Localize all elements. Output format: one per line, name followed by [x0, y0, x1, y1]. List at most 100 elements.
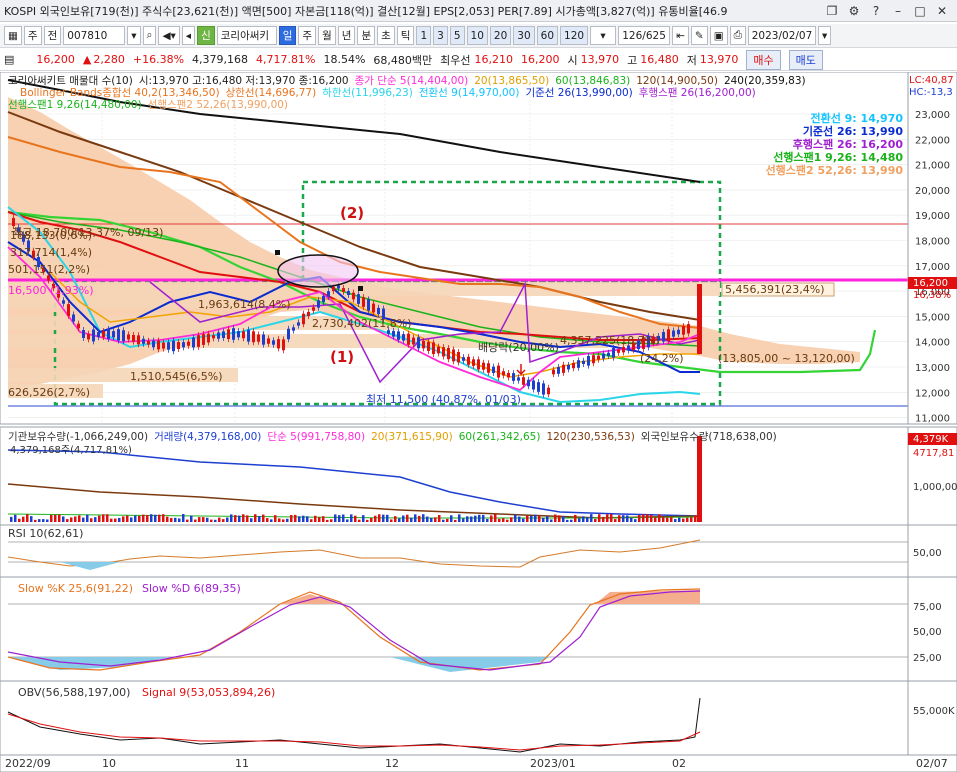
count-field[interactable]: 126/625 [618, 26, 670, 45]
volume-bar [278, 518, 281, 522]
volume-bar [230, 514, 233, 522]
volume-bar [214, 520, 217, 522]
settings-icon[interactable]: ⚙ [843, 4, 865, 18]
candle [357, 294, 360, 304]
chevron-down-icon[interactable]: ▾ [127, 26, 140, 45]
search-icon[interactable]: ⌕ [143, 26, 157, 45]
candle [187, 342, 190, 346]
volume-bar [66, 519, 69, 522]
interval-1[interactable]: 1 [416, 26, 431, 45]
volume-bar [330, 519, 333, 522]
candle [202, 334, 205, 345]
stochastic-panel: Slow %K 25,6(91,22) Slow %D 6(89,35) 75,… [0, 577, 957, 681]
interval-3[interactable]: 3 [433, 26, 448, 45]
price-pct-tag: 16,38% [913, 290, 951, 301]
save-icon[interactable]: ▣ [710, 26, 728, 45]
volume-bar [62, 516, 65, 522]
prev-icon[interactable]: ◂ [182, 26, 195, 45]
volume-bar [10, 517, 13, 522]
buy-button[interactable]: 매수 [746, 50, 780, 70]
period-second[interactable]: 초 [377, 26, 395, 45]
interval-10[interactable]: 10 [467, 26, 488, 45]
price-tag: 16,200 [913, 278, 948, 289]
menu-icon[interactable]: ▤ [4, 53, 14, 66]
sound-icon[interactable]: ◀▾ [158, 26, 179, 45]
volume-bar [686, 518, 689, 522]
interval-20[interactable]: 20 [490, 26, 511, 45]
stock-code-input[interactable]: 007810 [63, 26, 125, 45]
candle [482, 363, 485, 370]
volume-bar [50, 515, 53, 522]
lc-label: LC:40,87 [909, 75, 954, 86]
period-day[interactable]: 일 [279, 26, 297, 45]
obv-tick: 55,000K [913, 706, 955, 717]
period-tick[interactable]: 틱 [397, 26, 415, 45]
volume-bar [614, 519, 617, 522]
volume-bar [502, 518, 505, 522]
volume-bar [590, 514, 593, 522]
obv-signal-legend: Signal 9(53,053,894,26) [142, 686, 275, 699]
candle [337, 285, 340, 288]
minimize-icon[interactable]: – [887, 4, 909, 18]
candle [687, 324, 690, 333]
type-select[interactable]: 전 [44, 26, 62, 45]
maximize-icon[interactable]: □ [909, 4, 931, 18]
volume-bar [246, 515, 249, 522]
volume-bar [466, 516, 469, 522]
print-icon[interactable]: ⎙ [730, 26, 746, 45]
restore-icon[interactable]: ❐ [821, 4, 843, 18]
candle [157, 341, 160, 350]
sell-button[interactable]: 매도 [789, 50, 823, 70]
stock-name-field[interactable]: 코리아써키 [217, 26, 277, 45]
help-icon[interactable]: ? [865, 4, 887, 18]
interval-dropdown-icon[interactable]: ▾ [590, 26, 616, 45]
x-label-10: 10 [102, 757, 116, 770]
low-note: 최저 11,500 (40,87%, 01/03) [366, 393, 521, 406]
candle [662, 332, 665, 342]
volume-bar [294, 515, 297, 522]
interval-60[interactable]: 60 [537, 26, 558, 45]
volume-bar [154, 515, 157, 522]
candle [487, 363, 490, 372]
volume-bar [542, 518, 545, 522]
candle [12, 218, 15, 226]
volume-bar [462, 518, 465, 522]
grid-icon[interactable]: ▦ [4, 26, 22, 45]
price-tick: 13,000 [915, 363, 950, 374]
candle [667, 329, 670, 341]
interval-120[interactable]: 120 [560, 26, 588, 45]
volume-bar [26, 514, 29, 522]
candle [307, 312, 310, 316]
scroll-left-icon[interactable]: ⇤ [672, 26, 689, 45]
draw-tool-icon[interactable]: ✎ [691, 26, 708, 45]
volume-bar [454, 520, 457, 522]
close-icon[interactable]: ✕ [931, 4, 953, 18]
price-tick: 17,000 [915, 262, 950, 273]
calendar-icon[interactable]: ▾ [818, 26, 831, 45]
interval-5[interactable]: 5 [450, 26, 465, 45]
period-year[interactable]: 년 [338, 26, 356, 45]
interval-30[interactable]: 30 [513, 26, 534, 45]
volume-bar [354, 516, 357, 522]
chart-toolbar: ▦ 주 전 007810 ▾ ⌕ ◀▾ ◂ 신 코리아써키 일 주 월 년 분 … [0, 24, 957, 48]
candle [502, 371, 505, 375]
vp-row-9: 5,456,391(23,4%) [725, 283, 825, 296]
candle [562, 365, 565, 373]
stock-chart[interactable]: 23,000 22,000 21,000 20,000 19,000 18,000 17,0… [0, 72, 957, 772]
volume-bar [622, 515, 625, 522]
volume-bar [634, 519, 637, 522]
period-minute[interactable]: 분 [357, 26, 375, 45]
period-month[interactable]: 월 [318, 26, 336, 45]
price-tick: 21,000 [915, 161, 950, 172]
ichimoku-legend-item: 선행스팬2 52,26: 13,990 [766, 163, 904, 177]
market-select[interactable]: 주 [24, 26, 42, 45]
open-label: 시 [568, 52, 578, 68]
price-legend-row-1: 코리아써키트 매물대 수(10) 시:13,970 고:16,480 저:13,9… [8, 75, 806, 87]
legend-item: 120(230,536,53) [546, 431, 634, 443]
period-week[interactable]: 주 [298, 26, 316, 45]
volume-bar [70, 517, 73, 522]
volume-bar [422, 514, 425, 522]
date-field[interactable]: 2023/02/07 [748, 26, 816, 45]
volume-bar [106, 514, 109, 522]
volume-bar [362, 515, 365, 522]
